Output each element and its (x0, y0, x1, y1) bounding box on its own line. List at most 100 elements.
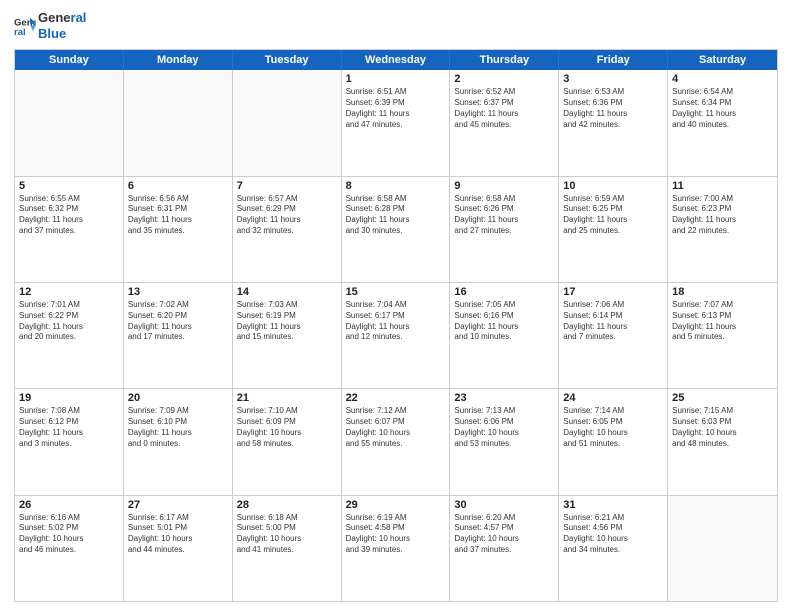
day-number: 29 (346, 499, 446, 511)
day-number: 23 (454, 392, 554, 404)
day-number: 31 (563, 499, 663, 511)
calendar-body: 1 Sunrise: 6:51 AM Sunset: 6:39 PM Daylig… (15, 70, 777, 601)
calendar-day-10: 10 Sunrise: 6:59 AM Sunset: 6:25 PM Dayli… (559, 177, 668, 282)
day-details: Sunrise: 7:08 AM Sunset: 6:12 PM Dayligh… (19, 406, 119, 449)
day-details: Sunrise: 7:13 AM Sunset: 6:06 PM Dayligh… (454, 406, 554, 449)
day-number: 28 (237, 499, 337, 511)
day-details: Sunrise: 6:51 AM Sunset: 6:39 PM Dayligh… (346, 87, 446, 130)
day-details: Sunrise: 6:54 AM Sunset: 6:34 PM Dayligh… (672, 87, 773, 130)
day-number: 30 (454, 499, 554, 511)
calendar-row-2: 5 Sunrise: 6:55 AM Sunset: 6:32 PM Daylig… (15, 176, 777, 282)
day-details: Sunrise: 6:18 AM Sunset: 5:00 PM Dayligh… (237, 513, 337, 556)
day-number: 4 (672, 73, 773, 85)
calendar-day-23: 23 Sunrise: 7:13 AM Sunset: 6:06 PM Dayli… (450, 389, 559, 494)
day-number: 22 (346, 392, 446, 404)
calendar-day-16: 16 Sunrise: 7:05 AM Sunset: 6:16 PM Dayli… (450, 283, 559, 388)
day-number: 13 (128, 286, 228, 298)
calendar-day-9: 9 Sunrise: 6:58 AM Sunset: 6:26 PM Daylig… (450, 177, 559, 282)
day-number: 14 (237, 286, 337, 298)
day-details: Sunrise: 6:58 AM Sunset: 6:26 PM Dayligh… (454, 194, 554, 237)
day-details: Sunrise: 7:09 AM Sunset: 6:10 PM Dayligh… (128, 406, 228, 449)
day-details: Sunrise: 7:14 AM Sunset: 6:05 PM Dayligh… (563, 406, 663, 449)
day-number: 7 (237, 180, 337, 192)
calendar-day-4: 4 Sunrise: 6:54 AM Sunset: 6:34 PM Daylig… (668, 70, 777, 175)
day-details: Sunrise: 6:16 AM Sunset: 5:02 PM Dayligh… (19, 513, 119, 556)
day-number: 18 (672, 286, 773, 298)
weekday-header-monday: Monday (124, 50, 233, 70)
day-number: 17 (563, 286, 663, 298)
calendar-day-3: 3 Sunrise: 6:53 AM Sunset: 6:36 PM Daylig… (559, 70, 668, 175)
day-details: Sunrise: 6:58 AM Sunset: 6:28 PM Dayligh… (346, 194, 446, 237)
weekday-header-tuesday: Tuesday (233, 50, 342, 70)
calendar-row-3: 12 Sunrise: 7:01 AM Sunset: 6:22 PM Dayli… (15, 282, 777, 388)
day-number: 15 (346, 286, 446, 298)
weekday-header-friday: Friday (559, 50, 668, 70)
calendar-day-2: 2Sunrise: 6:52 AM Sunset: 6:37 PM Daylig… (450, 70, 559, 175)
calendar-day-12: 12 Sunrise: 7:01 AM Sunset: 6:22 PM Dayli… (15, 283, 124, 388)
calendar-day-15: 15 Sunrise: 7:04 AM Sunset: 6:17 PM Dayli… (342, 283, 451, 388)
weekday-header-wednesday: Wednesday (342, 50, 451, 70)
calendar-day-28: 28 Sunrise: 6:18 AM Sunset: 5:00 PM Dayli… (233, 496, 342, 601)
day-details: Sunrise: 7:04 AM Sunset: 6:17 PM Dayligh… (346, 300, 446, 343)
calendar-day-17: 17 Sunrise: 7:06 AM Sunset: 6:14 PM Dayli… (559, 283, 668, 388)
day-number: 10 (563, 180, 663, 192)
calendar-day-20: 20Sunrise: 7:09 AM Sunset: 6:10 PM Dayli… (124, 389, 233, 494)
calendar-day-19: 19Sunrise: 7:08 AM Sunset: 6:12 PM Dayli… (15, 389, 124, 494)
day-number: 1 (346, 73, 446, 85)
day-details: Sunrise: 7:12 AM Sunset: 6:07 PM Dayligh… (346, 406, 446, 449)
day-number: 8 (346, 180, 446, 192)
calendar-day-29: 29 Sunrise: 6:19 AM Sunset: 4:58 PM Dayli… (342, 496, 451, 601)
day-details: Sunrise: 7:07 AM Sunset: 6:13 PM Dayligh… (672, 300, 773, 343)
day-number: 27 (128, 499, 228, 511)
calendar-day-30: 30Sunrise: 6:20 AM Sunset: 4:57 PM Dayli… (450, 496, 559, 601)
calendar-row-1: 1 Sunrise: 6:51 AM Sunset: 6:39 PM Daylig… (15, 70, 777, 175)
day-number: 25 (672, 392, 773, 404)
logo-icon: Gene ral (14, 15, 36, 37)
day-details: Sunrise: 6:19 AM Sunset: 4:58 PM Dayligh… (346, 513, 446, 556)
day-details: Sunrise: 7:10 AM Sunset: 6:09 PM Dayligh… (237, 406, 337, 449)
day-details: Sunrise: 6:17 AM Sunset: 5:01 PM Dayligh… (128, 513, 228, 556)
day-details: Sunrise: 6:55 AM Sunset: 6:32 PM Dayligh… (19, 194, 119, 237)
calendar-row-5: 26Sunrise: 6:16 AM Sunset: 5:02 PM Dayli… (15, 495, 777, 601)
day-details: Sunrise: 7:15 AM Sunset: 6:03 PM Dayligh… (672, 406, 773, 449)
calendar: SundayMondayTuesdayWednesdayThursdayFrid… (14, 49, 778, 602)
calendar-day-27: 27 Sunrise: 6:17 AM Sunset: 5:01 PM Dayli… (124, 496, 233, 601)
calendar-empty-cell (668, 496, 777, 601)
calendar-day-21: 21 Sunrise: 7:10 AM Sunset: 6:09 PM Dayli… (233, 389, 342, 494)
calendar-day-13: 13 Sunrise: 7:02 AM Sunset: 6:20 PM Dayli… (124, 283, 233, 388)
day-number: 12 (19, 286, 119, 298)
day-details: Sunrise: 6:57 AM Sunset: 6:29 PM Dayligh… (237, 194, 337, 237)
day-details: Sunrise: 6:53 AM Sunset: 6:36 PM Dayligh… (563, 87, 663, 130)
calendar-header: SundayMondayTuesdayWednesdayThursdayFrid… (15, 50, 777, 70)
day-details: Sunrise: 7:01 AM Sunset: 6:22 PM Dayligh… (19, 300, 119, 343)
day-number: 9 (454, 180, 554, 192)
weekday-header-sunday: Sunday (15, 50, 124, 70)
calendar-empty-cell (124, 70, 233, 175)
day-details: Sunrise: 6:21 AM Sunset: 4:56 PM Dayligh… (563, 513, 663, 556)
day-details: Sunrise: 7:00 AM Sunset: 6:23 PM Dayligh… (672, 194, 773, 237)
weekday-header-saturday: Saturday (668, 50, 777, 70)
day-number: 21 (237, 392, 337, 404)
calendar-day-14: 14 Sunrise: 7:03 AM Sunset: 6:19 PM Dayli… (233, 283, 342, 388)
logo: Gene ral General Blue (14, 10, 86, 41)
logo-text: General Blue (38, 10, 86, 41)
weekday-header-thursday: Thursday (450, 50, 559, 70)
day-details: Sunrise: 6:59 AM Sunset: 6:25 PM Dayligh… (563, 194, 663, 237)
day-details: Sunrise: 7:03 AM Sunset: 6:19 PM Dayligh… (237, 300, 337, 343)
calendar-day-5: 5 Sunrise: 6:55 AM Sunset: 6:32 PM Daylig… (15, 177, 124, 282)
day-details: Sunrise: 6:56 AM Sunset: 6:31 PM Dayligh… (128, 194, 228, 237)
day-details: Sunrise: 7:06 AM Sunset: 6:14 PM Dayligh… (563, 300, 663, 343)
calendar-day-11: 11Sunrise: 7:00 AM Sunset: 6:23 PM Dayli… (668, 177, 777, 282)
page-header: Gene ral General Blue (14, 10, 778, 41)
calendar-empty-cell (15, 70, 124, 175)
day-details: Sunrise: 7:05 AM Sunset: 6:16 PM Dayligh… (454, 300, 554, 343)
day-number: 2 (454, 73, 554, 85)
calendar-day-8: 8 Sunrise: 6:58 AM Sunset: 6:28 PM Daylig… (342, 177, 451, 282)
day-number: 16 (454, 286, 554, 298)
calendar-day-22: 22 Sunrise: 7:12 AM Sunset: 6:07 PM Dayli… (342, 389, 451, 494)
calendar-day-18: 18 Sunrise: 7:07 AM Sunset: 6:13 PM Dayli… (668, 283, 777, 388)
day-number: 5 (19, 180, 119, 192)
calendar-day-24: 24Sunrise: 7:14 AM Sunset: 6:05 PM Dayli… (559, 389, 668, 494)
day-number: 3 (563, 73, 663, 85)
day-details: Sunrise: 7:02 AM Sunset: 6:20 PM Dayligh… (128, 300, 228, 343)
